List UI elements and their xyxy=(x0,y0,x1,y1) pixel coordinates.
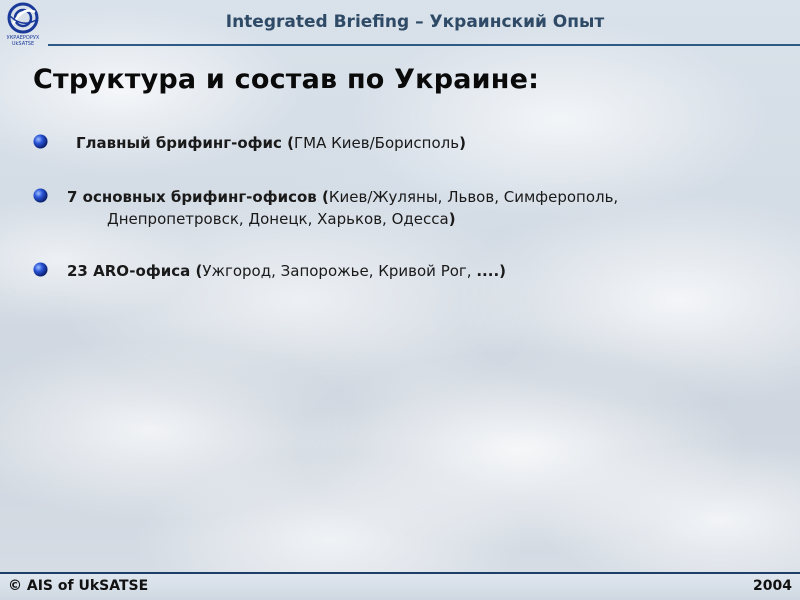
bullet-detail: ГМА Киев/Борисполь xyxy=(294,134,460,152)
slide: УКРАЕРОРУХ UkSATSE Integrated Briefing –… xyxy=(0,0,800,600)
blue-sphere-bullet-icon xyxy=(33,134,48,149)
bullet-strong: Главный брифинг-офис ( xyxy=(76,134,295,152)
header-divider xyxy=(48,44,800,46)
bullet-strong: 23 ARO-офиса ( xyxy=(67,262,203,280)
logo-caption-line2: UkSATSE xyxy=(11,41,35,47)
bullet-close: ) xyxy=(448,210,456,228)
blue-sphere-bullet-icon xyxy=(33,188,48,203)
slide-heading: Структура и состав по Украине: xyxy=(33,64,540,95)
bullet-text: 23 ARO-офиса (Ужгород, Запорожье, Кривой… xyxy=(67,260,506,282)
bullet-detail-line2: Днепропетровск, Донецк, Харьков, Одесса) xyxy=(67,208,618,230)
bullet-text: 7 основных брифинг-офисов (Киев/Жуляны, … xyxy=(67,186,618,230)
bullet-detail: Киев/Жуляны, Львов, Симферополь, xyxy=(328,188,619,206)
bullet-detail: Ужгород, Запорожье, Кривой Рог, xyxy=(202,262,477,280)
header-title: Integrated Briefing – Украинский Опыт xyxy=(225,12,605,32)
bullet-strong: 7 основных брифинг-офисов ( xyxy=(67,188,329,206)
footer: © AIS of UkSATSE 2004 xyxy=(0,572,800,600)
bullet-close: ) xyxy=(459,134,466,152)
bullet-detail-continued: Днепропетровск, Донецк, Харьков, Одесса xyxy=(107,210,449,228)
bullet-close: ....) xyxy=(476,262,506,280)
uksatse-logo-icon: УКРАЕРОРУХ UkSATSE xyxy=(2,2,42,48)
blue-sphere-bullet-icon xyxy=(33,262,48,277)
footer-copyright: © AIS of UkSATSE xyxy=(8,578,149,594)
footer-year: 2004 xyxy=(753,578,792,594)
bullet-text: Главный брифинг-офис (ГМА Киев/Борисполь… xyxy=(76,132,466,154)
logo-caption: УКРАЕРОРУХ UkSATSE xyxy=(2,35,44,47)
